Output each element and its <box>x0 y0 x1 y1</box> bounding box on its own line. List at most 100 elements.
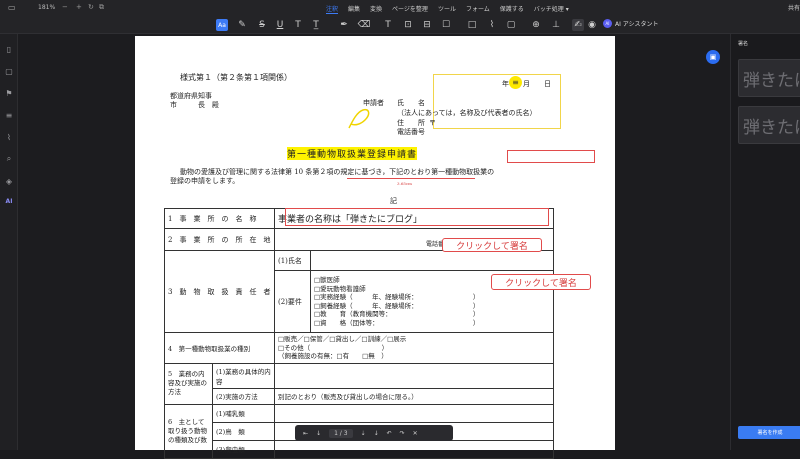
r1-label: 1 事 業 所 の 名 称 <box>164 208 275 229</box>
measure-label: 3.65cm <box>397 181 412 186</box>
name-label: 氏 名 <box>397 99 425 107</box>
layers-icon[interactable]: ≡ <box>4 110 14 120</box>
menu-protect[interactable]: 保護する <box>500 4 524 14</box>
redo-icon[interactable]: ↷ <box>400 430 405 437</box>
corp-note: （法人にあっては，名称及び代表者の氏名） <box>397 109 537 117</box>
attachments-icon[interactable]: ⌇ <box>4 132 14 142</box>
r3-label: 3 動 物 取 扱 責 任 者 <box>164 250 275 333</box>
underline-icon[interactable]: U <box>274 19 286 31</box>
text-field-icon[interactable]: ⊡ <box>402 19 414 31</box>
measure-line[interactable] <box>347 178 475 179</box>
addressee-city: 市 長 殿 <box>170 101 219 109</box>
highlight-icon[interactable]: ✎ <box>236 19 248 31</box>
business-name-textbox[interactable] <box>285 208 549 226</box>
main-menu: 注釈 編集 変換 ページを整理 ツール フォーム 保護する バッチ処理 ▾ <box>326 4 569 14</box>
floating-action-icon[interactable]: ▣ <box>706 50 720 64</box>
r6-sub3-value[interactable] <box>274 439 554 459</box>
eye-icon[interactable]: ◉ <box>586 19 598 31</box>
r3-req-label: (2)要件 <box>274 270 311 333</box>
menu-edit[interactable]: 編集 <box>348 4 360 14</box>
r4-line-1[interactable]: □販売／□保管／□貸出し／□訓練／□展示 <box>278 335 550 344</box>
ai-sidebar-icon[interactable]: AI <box>4 196 14 206</box>
page-indicator[interactable]: 1 / 3 <box>329 428 353 438</box>
strikethrough-icon[interactable]: S <box>256 19 268 31</box>
menu-forms[interactable]: フォーム <box>466 4 490 14</box>
r5-label: 5 業務の内容及び実施の方法 <box>164 362 213 405</box>
text-highlight-tool-icon[interactable]: Aa <box>216 19 228 31</box>
insert-text-icon[interactable]: T̲ <box>310 19 322 31</box>
ai-assistant-button[interactable]: AI AI アシスタント <box>603 19 659 28</box>
search-icon[interactable]: ⌕ <box>4 154 14 164</box>
ki-heading: 記 <box>390 197 397 205</box>
callout-2-label: クリックして署名 <box>505 278 577 289</box>
r3-req-item[interactable]: □実務経験（ 年、経験場所： ） <box>314 293 550 302</box>
r4-value: □販売／□保管／□貸出し／□訓練／□展示 □その他（ ） （飼養施設の有無：□有… <box>274 332 554 364</box>
zoom-in-button[interactable]: + <box>76 3 82 11</box>
signature-icon[interactable]: ✍ <box>572 19 584 31</box>
ai-assistant-label: AI アシスタント <box>615 21 659 28</box>
stamp-icon[interactable]: ⊥ <box>550 19 562 31</box>
r5-sub2: (2)実施の方法 <box>212 387 275 405</box>
menu-annotate[interactable]: 注釈 <box>326 4 339 14</box>
document-canvas: 様式第１（第２条第１項関係） 都道府県知事 市 長 殿 年 月 日 ≡ 申請者 … <box>18 34 730 459</box>
next-page-icon[interactable]: ⇣ <box>361 430 366 437</box>
r3-name-label: (1)氏名 <box>274 250 311 271</box>
empty-text-field[interactable] <box>507 150 595 163</box>
r5-sub1-value[interactable] <box>274 362 554 389</box>
saved-signature-1[interactable]: 弾きたにブ <box>738 59 800 97</box>
attachment-icon[interactable]: ⌇ <box>486 19 498 31</box>
create-signature-button[interactable]: 署名を作成 <box>738 426 800 439</box>
last-page-icon[interactable]: ↓ <box>374 430 379 437</box>
page-view-icon[interactable]: ⧉ <box>99 3 104 12</box>
stack-icon[interactable]: ◈ <box>4 176 14 186</box>
left-sidebar: ▯ ▢ ⚑ ≡ ⌇ ⌕ ◈ AI <box>0 34 18 450</box>
r3-req-item[interactable]: □資 格（団体等： ） <box>314 319 550 328</box>
click-to-sign-callout-2[interactable]: クリックして署名 <box>491 274 591 290</box>
phone-label: 電話番号 <box>397 128 425 136</box>
shape-icon[interactable]: □ <box>466 19 478 31</box>
text-icon[interactable]: T <box>292 19 304 31</box>
document-title: 第一種動物取扱業登録申請書 <box>287 147 418 160</box>
r4-line-3[interactable]: （飼養施設の有無：□有 □無 ） <box>278 352 550 361</box>
close-icon[interactable]: ✕ <box>413 430 418 437</box>
r4-line-2[interactable]: □その他（ ） <box>278 344 550 353</box>
eraser-icon[interactable]: ⌫ <box>358 19 371 31</box>
r3-req-item[interactable]: □飼養経験（ 年、経験場所： ） <box>314 302 550 311</box>
bookmark-icon[interactable]: ⚑ <box>4 88 14 98</box>
pdf-page: 様式第１（第２条第１項関係） 都道府県知事 市 長 殿 年 月 日 ≡ 申請者 … <box>135 36 615 459</box>
link-icon[interactable]: ⊕ <box>530 19 542 31</box>
postal-mark: 〒 <box>429 119 436 127</box>
r6-sub1-value[interactable] <box>274 403 554 423</box>
page-navigator: ⇤ ↓ 1 / 3 ⇣ ↓ ↶ ↷ ✕ <box>295 425 453 441</box>
r3-req-item[interactable]: □教 育（教育機関等： ） <box>314 310 550 319</box>
signature-panel: 署名 弾きたにブ 弾きたにブ 署名を作成 <box>730 34 800 450</box>
r3-name-value[interactable] <box>310 250 554 271</box>
click-to-sign-callout-1[interactable]: クリックして署名 <box>442 238 542 252</box>
undo-icon[interactable]: ↶ <box>387 430 392 437</box>
pen-stroke-annotation[interactable] <box>345 102 375 132</box>
menu-organize-pages[interactable]: ページを整理 <box>392 4 428 14</box>
menu-tools[interactable]: ツール <box>438 4 456 14</box>
callout-icon[interactable]: ⊟ <box>421 19 433 31</box>
thumbnail-icon[interactable]: ▯ <box>4 44 14 54</box>
note-annotation-icon[interactable]: ≡ <box>509 76 522 89</box>
prev-page-icon[interactable]: ↓ <box>316 430 321 437</box>
textbox-icon[interactable]: T <box>382 19 394 31</box>
zoom-out-button[interactable]: − <box>62 3 68 11</box>
menu-batch[interactable]: バッチ処理 ▾ <box>534 4 569 14</box>
menu-convert[interactable]: 変換 <box>370 4 382 14</box>
r5-sub1: (1)業務の具体的内容 <box>212 362 275 389</box>
first-page-icon[interactable]: ⇤ <box>303 430 308 437</box>
share-button[interactable]: 共有 <box>788 3 800 12</box>
sticky-note-icon[interactable]: ▢ <box>505 19 517 31</box>
ai-badge-icon: AI <box>603 19 612 28</box>
note-icon[interactable]: ☐ <box>440 19 452 31</box>
zoom-level[interactable]: 181% <box>38 4 55 11</box>
pen-icon[interactable]: ✒ <box>338 19 350 31</box>
form-number: 様式第１（第２条第１項関係） <box>180 73 292 82</box>
comment-icon[interactable]: ▢ <box>4 66 14 76</box>
rotate-icon[interactable]: ↻ <box>88 3 94 11</box>
sidebar-toggle-icon[interactable]: ▭ <box>8 3 16 12</box>
saved-signature-2[interactable]: 弾きたにブ <box>738 106 800 144</box>
r2-label: 2 事 業 所 の 所 在 地 <box>164 228 275 251</box>
